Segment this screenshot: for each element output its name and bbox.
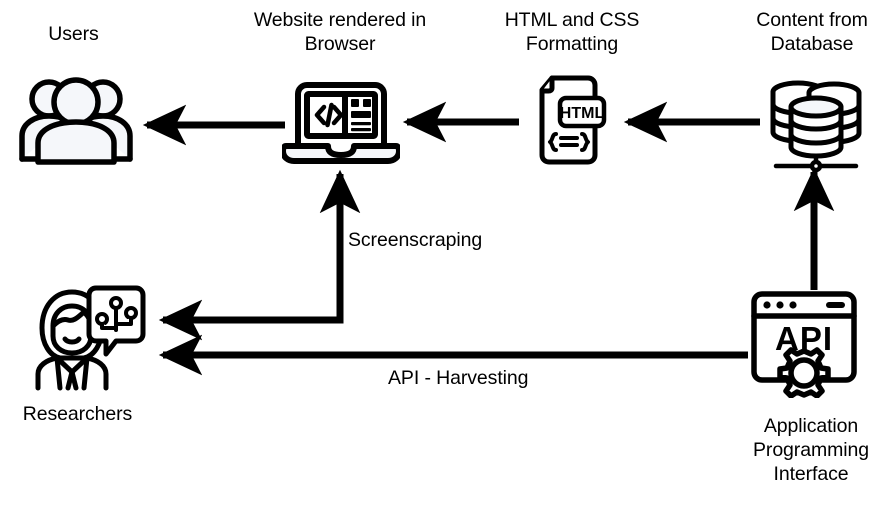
node-label-api: Application Programming Interface — [753, 415, 869, 485]
researcher-person-icon — [24, 282, 146, 394]
node-label-researchers: Researchers — [22, 403, 133, 425]
database-stack-icon — [758, 74, 876, 174]
edge-label-api-harvesting: API - Harvesting — [388, 367, 529, 389]
edge-label-screenscraping: Screenscraping — [348, 229, 483, 251]
html-file-icon: HTML — [530, 74, 608, 166]
users-group-icon — [16, 70, 136, 170]
node-label-users: Users — [48, 23, 99, 45]
node-label-browser: Website rendered in Browser — [253, 9, 427, 55]
arrow-browser-to-researchers — [158, 169, 361, 341]
diagram-canvas: Users Website rendered in Browser HTML a… — [0, 0, 896, 517]
html-badge-text: HTML — [560, 105, 605, 122]
node-label-html: HTML and CSS Formatting — [504, 9, 640, 55]
laptop-code-icon — [282, 78, 400, 166]
api-browser-gear-icon: API — [748, 288, 860, 398]
node-label-database: Content from Database — [756, 9, 868, 55]
